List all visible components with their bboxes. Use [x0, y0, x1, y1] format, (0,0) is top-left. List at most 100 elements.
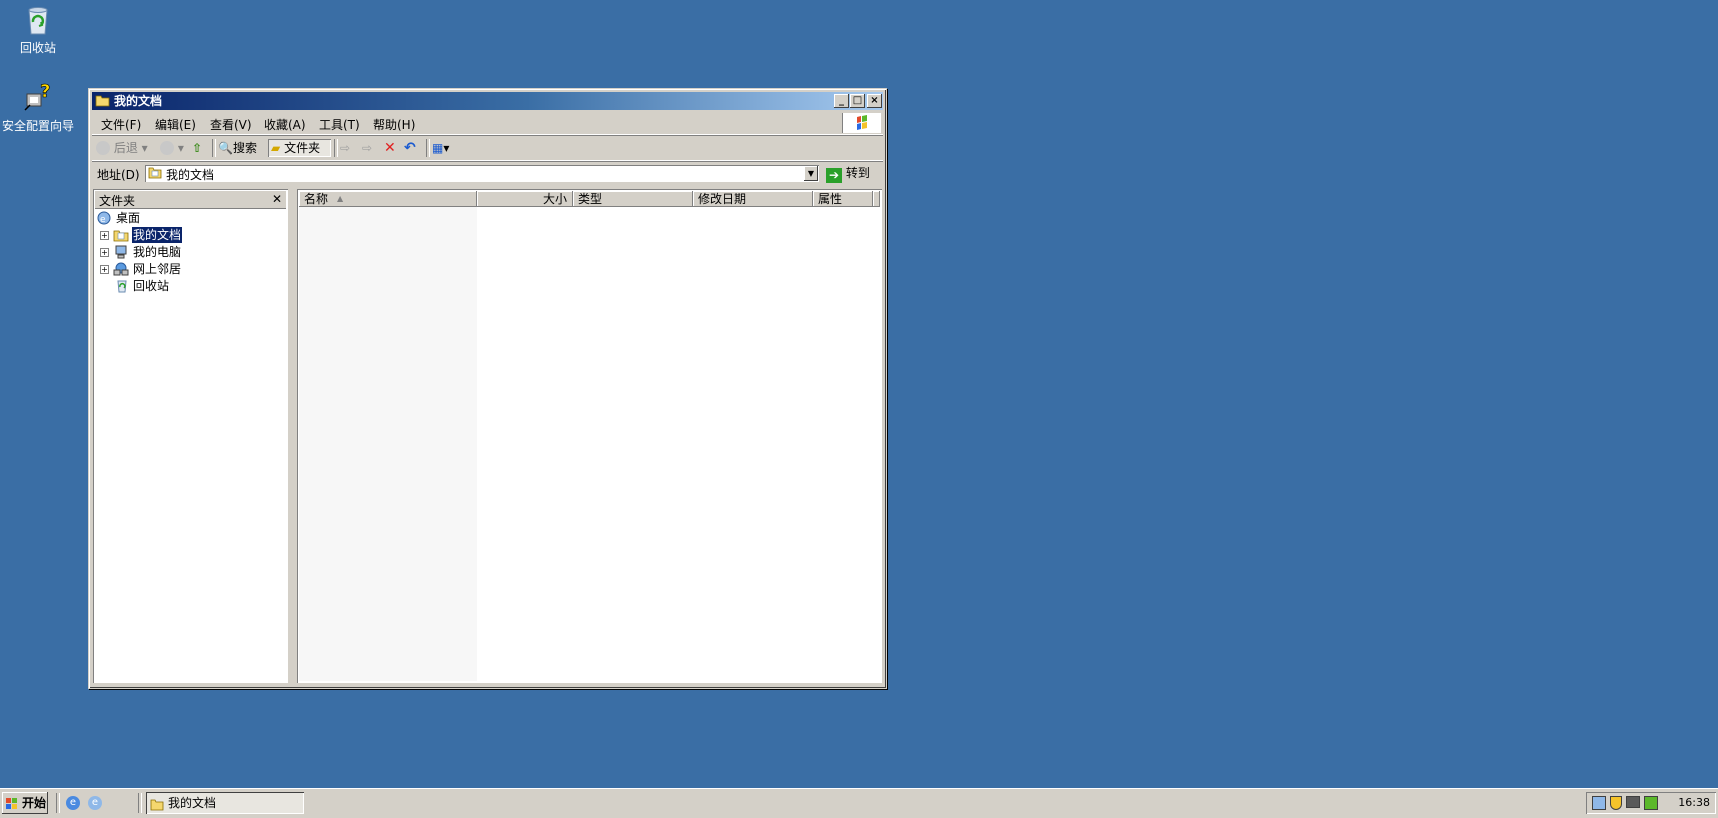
column-header-filler	[873, 191, 880, 207]
tree-item-my-documents[interactable]: + 我的文档	[93, 226, 273, 244]
expand-button[interactable]: +	[100, 231, 109, 240]
expand-button[interactable]: +	[100, 248, 109, 257]
recycle-bin-icon	[21, 2, 55, 36]
delete-icon: ✕	[384, 140, 396, 156]
search-icon: 🔍	[218, 141, 233, 155]
folders-button[interactable]: ▰ 文件夹	[268, 139, 331, 157]
sorted-column-highlight	[299, 207, 477, 681]
tree-item-recycle-bin[interactable]: 回收站	[93, 278, 273, 294]
column-label: 修改日期	[698, 192, 747, 206]
windows-logo-icon	[5, 796, 19, 810]
toolbar-separator	[334, 139, 338, 157]
tree-item-network-places[interactable]: + 网上邻居	[93, 261, 273, 277]
menu-view[interactable]: 查看(V)	[210, 116, 252, 133]
address-bar: 地址(D) 我的文档 ▼ ➔ 转到	[92, 162, 883, 186]
desktop-icon-recycle-bin[interactable]: 回收站	[0, 2, 80, 56]
menu-favorites[interactable]: 收藏(A)	[264, 116, 306, 133]
menu-bar: 文件(F) 编辑(E) 查看(V) 收藏(A) 工具(T) 帮助(H)	[92, 112, 883, 135]
folders-label: 文件夹	[284, 141, 321, 155]
taskbar-separator	[56, 793, 60, 813]
network-places-icon	[113, 262, 129, 276]
window-title: 我的文档	[114, 94, 163, 108]
menu-help[interactable]: 帮助(H)	[373, 116, 415, 133]
security-wizard-icon: ?	[21, 80, 55, 114]
up-folder-icon: ⇧	[192, 141, 203, 155]
forward-arrow-icon	[160, 141, 174, 155]
maximize-button[interactable]: □	[850, 94, 865, 108]
recycle-bin-icon	[114, 279, 130, 293]
copy-to-icon: ⇨	[362, 141, 373, 155]
quick-launch-explorer-icon[interactable]: e	[88, 796, 102, 810]
address-label: 地址(D)	[97, 168, 140, 182]
column-header-attributes[interactable]: 属性	[813, 191, 873, 207]
copy-to-button[interactable]: ⇨	[362, 139, 380, 157]
up-folder-button[interactable]: ⇧	[192, 139, 210, 157]
close-button[interactable]: ×	[867, 94, 882, 108]
quick-launch-ie-icon[interactable]: e	[66, 796, 80, 810]
tree-item-my-computer[interactable]: + 我的电脑	[93, 244, 273, 260]
folder-icon	[150, 796, 164, 811]
menu-tools[interactable]: 工具(T)	[319, 116, 360, 133]
tree-item-desktop[interactable]: e 桌面	[96, 210, 276, 226]
windows-logo-icon	[842, 113, 881, 133]
column-label: 类型	[578, 192, 603, 206]
my-documents-icon	[113, 228, 129, 242]
system-tray: 16:38	[1586, 792, 1716, 814]
back-label: 后退	[113, 141, 138, 155]
delete-button[interactable]: ✕	[384, 139, 402, 157]
go-button[interactable]: ➔ 转到	[826, 164, 880, 183]
tray-network-icon[interactable]	[1592, 796, 1606, 810]
column-label: 名称	[304, 192, 329, 206]
back-button[interactable]: 后退 ▾	[96, 139, 152, 157]
standard-toolbar: 后退 ▾ ▾ ⇧ 🔍搜索 ▰ 文件夹 ⇨ ⇨ ✕ ↶ ▦▾	[92, 136, 883, 161]
views-icon: ▦	[432, 141, 444, 155]
folder-pane-close-button[interactable]: ✕	[272, 192, 282, 206]
forward-button[interactable]: ▾	[160, 139, 190, 157]
desktop-icon-label: 安全配置向导	[1, 119, 74, 133]
toolbar-separator	[426, 139, 430, 157]
column-header-name[interactable]: 名称 ▲	[299, 191, 477, 207]
minimize-button[interactable]: _	[834, 94, 849, 108]
tray-connection-icon[interactable]	[1644, 796, 1658, 810]
start-button[interactable]: 开始	[2, 792, 48, 814]
search-button[interactable]: 🔍搜索	[218, 139, 264, 157]
folder-pane: 文件夹 ✕ e 桌面 + 我的文档 + 我的电脑 + 网上邻居 回收站	[93, 189, 288, 683]
desktop-icon: e	[96, 211, 112, 225]
column-header-modified[interactable]: 修改日期	[693, 191, 813, 207]
undo-button[interactable]: ↶	[404, 139, 422, 157]
svg-text:?: ?	[40, 81, 50, 102]
taskbar-button-my-documents[interactable]: 我的文档	[146, 792, 304, 814]
desktop-icon-security-wizard[interactable]: ? 安全配置向导	[0, 80, 80, 134]
views-button[interactable]: ▦▾	[432, 139, 458, 157]
taskbar: 开始 e e 我的文档 16:38	[0, 788, 1718, 818]
folder-pane-header: 文件夹 ✕	[95, 191, 286, 209]
back-arrow-icon	[96, 141, 110, 155]
go-arrow-icon: ➔	[826, 168, 842, 183]
sort-ascending-icon: ▲	[337, 194, 344, 203]
file-list-pane[interactable]: 名称 ▲ 大小 类型 修改日期 属性	[297, 189, 882, 683]
move-to-button[interactable]: ⇨	[340, 139, 358, 157]
column-header-size[interactable]: 大小	[477, 191, 573, 207]
tray-monitor-icon[interactable]	[1626, 796, 1640, 808]
tray-security-shield-icon[interactable]	[1610, 796, 1622, 810]
go-label: 转到	[845, 166, 870, 180]
my-documents-icon	[148, 166, 162, 179]
address-dropdown-button[interactable]: ▼	[804, 166, 818, 181]
taskbar-separator	[138, 793, 142, 813]
menu-file[interactable]: 文件(F)	[101, 116, 141, 133]
expand-button[interactable]: +	[100, 265, 109, 274]
address-input[interactable]: 我的文档 ▼	[145, 165, 819, 182]
explorer-window[interactable]: 我的文档 _ □ × 文件(F) 编辑(E) 查看(V) 收藏(A) 工具(T)…	[88, 88, 887, 689]
svg-text:e: e	[100, 215, 106, 225]
menu-edit[interactable]: 编辑(E)	[155, 116, 196, 133]
tree-label: 网上邻居	[133, 262, 182, 276]
tree-label: 桌面	[116, 211, 141, 225]
toolbar-separator	[212, 139, 216, 157]
move-to-icon: ⇨	[340, 141, 351, 155]
title-bar[interactable]: 我的文档 _ □ ×	[92, 92, 883, 110]
column-header-type[interactable]: 类型	[573, 191, 693, 207]
desktop-icon-label: 回收站	[19, 41, 56, 55]
folders-icon: ▰	[271, 141, 281, 155]
search-label: 搜索	[232, 141, 257, 155]
tree-label: 回收站	[133, 279, 170, 293]
